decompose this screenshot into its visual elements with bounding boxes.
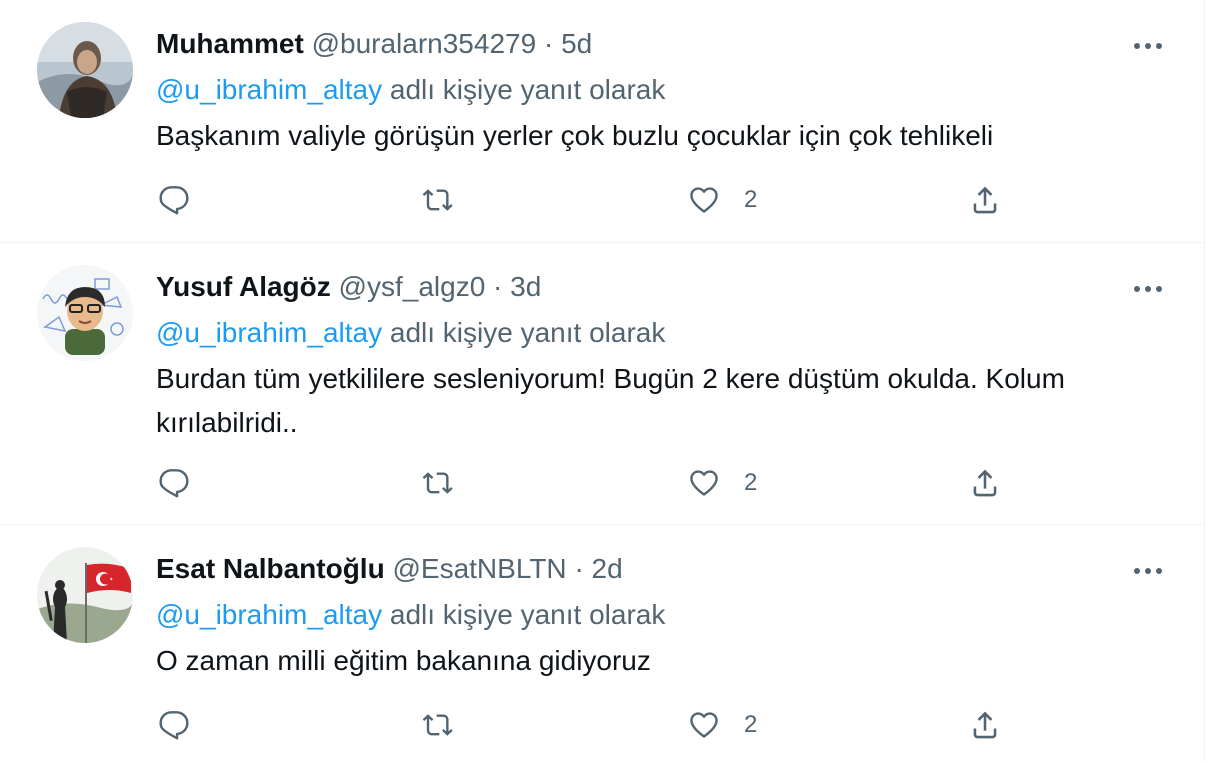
- mention-link[interactable]: @u_ibrahim_altay: [156, 74, 382, 105]
- tweet[interactable]: Yusuf Alagöz @ysf_algz0 · 3d @u_ibrahim_…: [0, 242, 1204, 525]
- heart-icon: [690, 187, 718, 213]
- tweet-text: O zaman milli eğitim bakanına gidiyoruz: [156, 645, 651, 676]
- tweet[interactable]: Esat Nalbantoğlu @EsatNBLTN · 2d @u_ibra…: [0, 524, 1204, 763]
- retweet-icon: [422, 472, 453, 494]
- tweet[interactable]: Muhammet @buralarn354279 · 5d @u_ibrahim…: [0, 0, 1204, 242]
- reply-button[interactable]: [158, 463, 190, 503]
- display-name[interactable]: Muhammet: [156, 28, 304, 59]
- reply-icon: [159, 711, 189, 740]
- share-icon: [973, 711, 997, 739]
- tweet-header: Esat Nalbantoğlu @EsatNBLTN · 2d: [156, 549, 623, 589]
- more-icon: [1134, 568, 1162, 574]
- avatar[interactable]: [37, 265, 133, 361]
- timestamp[interactable]: 3d: [510, 271, 541, 302]
- tweet-header: Yusuf Alagöz @ysf_algz0 · 3d: [156, 267, 541, 307]
- retweet-button[interactable]: [420, 705, 456, 745]
- action-bar: 2: [156, 705, 1016, 745]
- display-name[interactable]: Esat Nalbantoğlu: [156, 553, 385, 584]
- replying-suffix: adlı kişiye yanıt olarak: [389, 74, 666, 105]
- display-name[interactable]: Yusuf Alagöz: [156, 271, 331, 302]
- like-button[interactable]: 2: [686, 705, 757, 745]
- heart-icon: [690, 470, 718, 496]
- retweet-icon: [422, 189, 453, 211]
- like-button[interactable]: 2: [686, 463, 757, 503]
- like-count: 2: [744, 711, 758, 738]
- timestamp[interactable]: 2d: [592, 553, 623, 584]
- retweet-button[interactable]: [420, 463, 456, 503]
- replying-suffix: adlı kişiye yanıt olarak: [389, 317, 666, 348]
- replying-to: @u_ibrahim_altay adlı kişiye yanıt olara…: [156, 313, 665, 353]
- like-button[interactable]: 2: [686, 180, 757, 220]
- replying-to: @u_ibrahim_altay adlı kişiye yanıt olara…: [156, 595, 665, 635]
- tweet-text: Burdan tüm yetkililere sesleniyorum! Bug…: [156, 363, 1065, 438]
- mention-link[interactable]: @u_ibrahim_altay: [156, 599, 382, 630]
- share-button[interactable]: [968, 463, 1002, 503]
- tweet-header: Muhammet @buralarn354279 · 5d: [156, 24, 592, 64]
- separator: ·: [493, 271, 503, 302]
- share-icon: [973, 469, 997, 497]
- tweet-text: Başkanım valiyle görüşün yerler çok buzl…: [156, 120, 994, 151]
- reply-button[interactable]: [158, 705, 190, 745]
- user-handle[interactable]: @EsatNBLTN: [392, 553, 566, 584]
- separator: ·: [574, 553, 584, 584]
- more-button[interactable]: [1128, 28, 1168, 64]
- like-count: 2: [744, 469, 758, 496]
- avatar[interactable]: [37, 547, 133, 643]
- retweet-icon: [422, 714, 453, 736]
- separator: ·: [543, 28, 554, 59]
- tweet-thread: Muhammet @buralarn354279 · 5d @u_ibrahim…: [0, 0, 1205, 762]
- replying-to: @u_ibrahim_altay adlı kişiye yanıt olara…: [156, 70, 665, 110]
- timestamp[interactable]: 5d: [561, 28, 592, 59]
- share-icon: [973, 186, 997, 214]
- user-handle[interactable]: @buralarn354279: [312, 28, 537, 59]
- more-icon: [1134, 286, 1162, 292]
- action-bar: 2: [156, 180, 1016, 220]
- more-button[interactable]: [1128, 271, 1168, 307]
- user-handle[interactable]: @ysf_algz0: [339, 271, 486, 302]
- heart-icon: [690, 712, 718, 738]
- like-count: 2: [744, 186, 758, 213]
- replying-suffix: adlı kişiye yanıt olarak: [389, 599, 666, 630]
- retweet-button[interactable]: [420, 180, 456, 220]
- share-button[interactable]: [968, 180, 1002, 220]
- more-button[interactable]: [1128, 553, 1168, 589]
- action-bar: 2: [156, 463, 1016, 503]
- avatar[interactable]: [37, 22, 133, 118]
- reply-button[interactable]: [158, 180, 190, 220]
- more-icon: [1134, 43, 1162, 49]
- reply-icon: [159, 186, 189, 215]
- mention-link[interactable]: @u_ibrahim_altay: [156, 317, 382, 348]
- share-button[interactable]: [968, 705, 1002, 745]
- reply-icon: [159, 469, 189, 498]
